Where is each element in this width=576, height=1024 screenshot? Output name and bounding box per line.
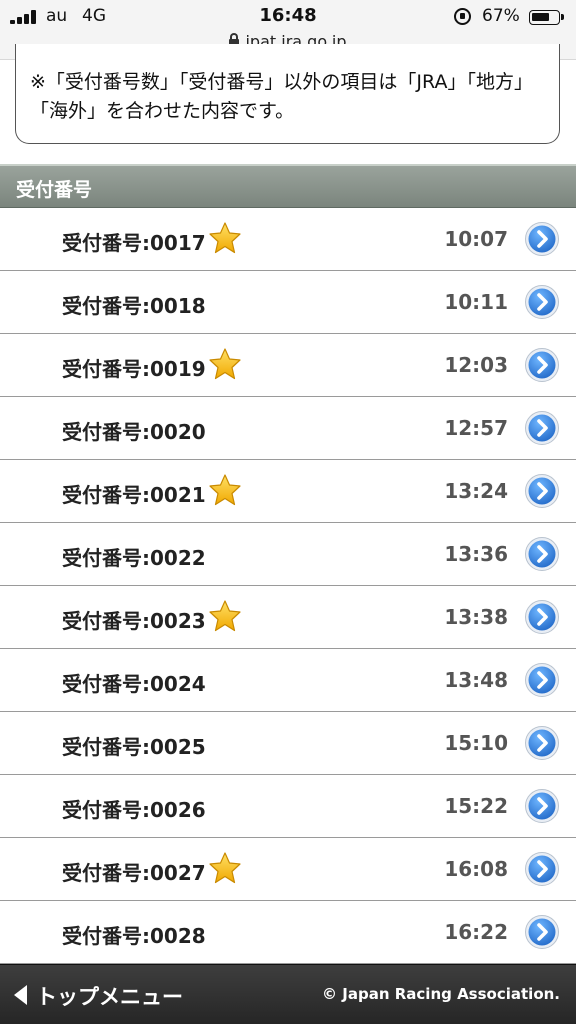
receipt-row[interactable]: 受付番号:0025 15:10 xyxy=(0,712,576,775)
receipt-row[interactable]: 受付番号:0019 12:03 xyxy=(0,334,576,397)
receipt-number: 受付番号:0020 xyxy=(62,420,206,444)
chevron-right-icon[interactable] xyxy=(524,473,560,509)
receipt-time: 15:10 xyxy=(444,731,508,755)
receipt-row[interactable]: 受付番号:0028 16:22 xyxy=(0,901,576,964)
receipt-number: 受付番号:0022 xyxy=(62,546,206,570)
receipt-number: 受付番号:0021 xyxy=(62,483,206,507)
chevron-right-icon[interactable] xyxy=(524,914,560,950)
receipt-time: 10:07 xyxy=(444,227,508,251)
chevron-right-icon[interactable] xyxy=(524,284,560,320)
receipt-number: 受付番号:0017 xyxy=(62,231,206,255)
receipt-number: 受付番号:0024 xyxy=(62,672,206,696)
star-icon xyxy=(208,473,242,507)
receipt-time: 13:24 xyxy=(444,479,508,503)
star-icon xyxy=(208,347,242,381)
section-header: 受付番号 xyxy=(0,164,576,208)
chevron-right-icon[interactable] xyxy=(524,662,560,698)
receipt-row[interactable]: 受付番号:0023 13:38 xyxy=(0,586,576,649)
receipt-time: 15:22 xyxy=(444,794,508,818)
star-icon xyxy=(208,851,242,885)
receipt-number: 受付番号:0028 xyxy=(62,924,206,948)
notice-text: ※「受付番号数」「受付番号」以外の項目は「JRA」「地方」「海外」を合わせた内容… xyxy=(30,71,533,122)
receipt-row[interactable]: 受付番号:0026 15:22 xyxy=(0,775,576,838)
receipt-time: 13:38 xyxy=(444,605,508,629)
receipt-row[interactable]: 受付番号:0018 10:11 xyxy=(0,271,576,334)
chevron-right-icon[interactable] xyxy=(524,410,560,446)
chevron-right-icon[interactable] xyxy=(524,851,560,887)
receipt-time: 13:36 xyxy=(444,542,508,566)
receipt-number: 受付番号:0025 xyxy=(62,735,206,759)
notice-box: ※「受付番号数」「受付番号」以外の項目は「JRA」「地方」「海外」を合わせた内容… xyxy=(15,44,560,144)
top-menu-label: トップメニュー xyxy=(36,985,183,1009)
receipt-time: 12:03 xyxy=(444,353,508,377)
receipt-number: 受付番号:0019 xyxy=(62,357,206,381)
battery-icon xyxy=(529,10,564,25)
receipt-time: 16:22 xyxy=(444,920,508,944)
receipt-list: 受付番号:0017 10:07 受付番号:0018 10:11 受付番号:0019 12:… xyxy=(0,208,576,964)
chevron-right-icon[interactable] xyxy=(524,347,560,383)
receipt-row[interactable]: 受付番号:0022 13:36 xyxy=(0,523,576,586)
receipt-time: 10:11 xyxy=(444,290,508,314)
footer-bar: トップメニュー © Japan Racing Association. xyxy=(0,964,576,1024)
receipt-row[interactable]: 受付番号:0020 12:57 xyxy=(0,397,576,460)
rotation-lock-icon xyxy=(454,8,471,25)
top-menu-button[interactable]: トップメニュー xyxy=(0,965,220,1024)
chevron-right-icon[interactable] xyxy=(524,221,560,257)
battery-percent: 67% xyxy=(482,6,520,26)
receipt-number: 受付番号:0026 xyxy=(62,798,206,822)
chevron-right-icon[interactable] xyxy=(524,599,560,635)
receipt-time: 16:08 xyxy=(444,857,508,881)
receipt-row[interactable]: 受付番号:0027 16:08 xyxy=(0,838,576,901)
receipt-time: 12:57 xyxy=(444,416,508,440)
star-icon xyxy=(208,599,242,633)
receipt-row[interactable]: 受付番号:0017 10:07 xyxy=(0,208,576,271)
section-title: 受付番号 xyxy=(16,179,93,201)
chevron-right-icon[interactable] xyxy=(524,725,560,761)
receipt-row[interactable]: 受付番号:0021 13:24 xyxy=(0,460,576,523)
receipt-number: 受付番号:0018 xyxy=(62,294,206,318)
chevron-right-icon[interactable] xyxy=(524,536,560,572)
receipt-time: 13:48 xyxy=(444,668,508,692)
star-icon xyxy=(208,221,242,255)
receipt-number: 受付番号:0027 xyxy=(62,861,206,885)
chevron-right-icon[interactable] xyxy=(524,788,560,824)
copyright-text: © Japan Racing Association. xyxy=(322,985,560,1003)
receipt-number: 受付番号:0023 xyxy=(62,609,206,633)
back-arrow-icon xyxy=(14,985,27,1005)
receipt-row[interactable]: 受付番号:0024 13:48 xyxy=(0,649,576,712)
